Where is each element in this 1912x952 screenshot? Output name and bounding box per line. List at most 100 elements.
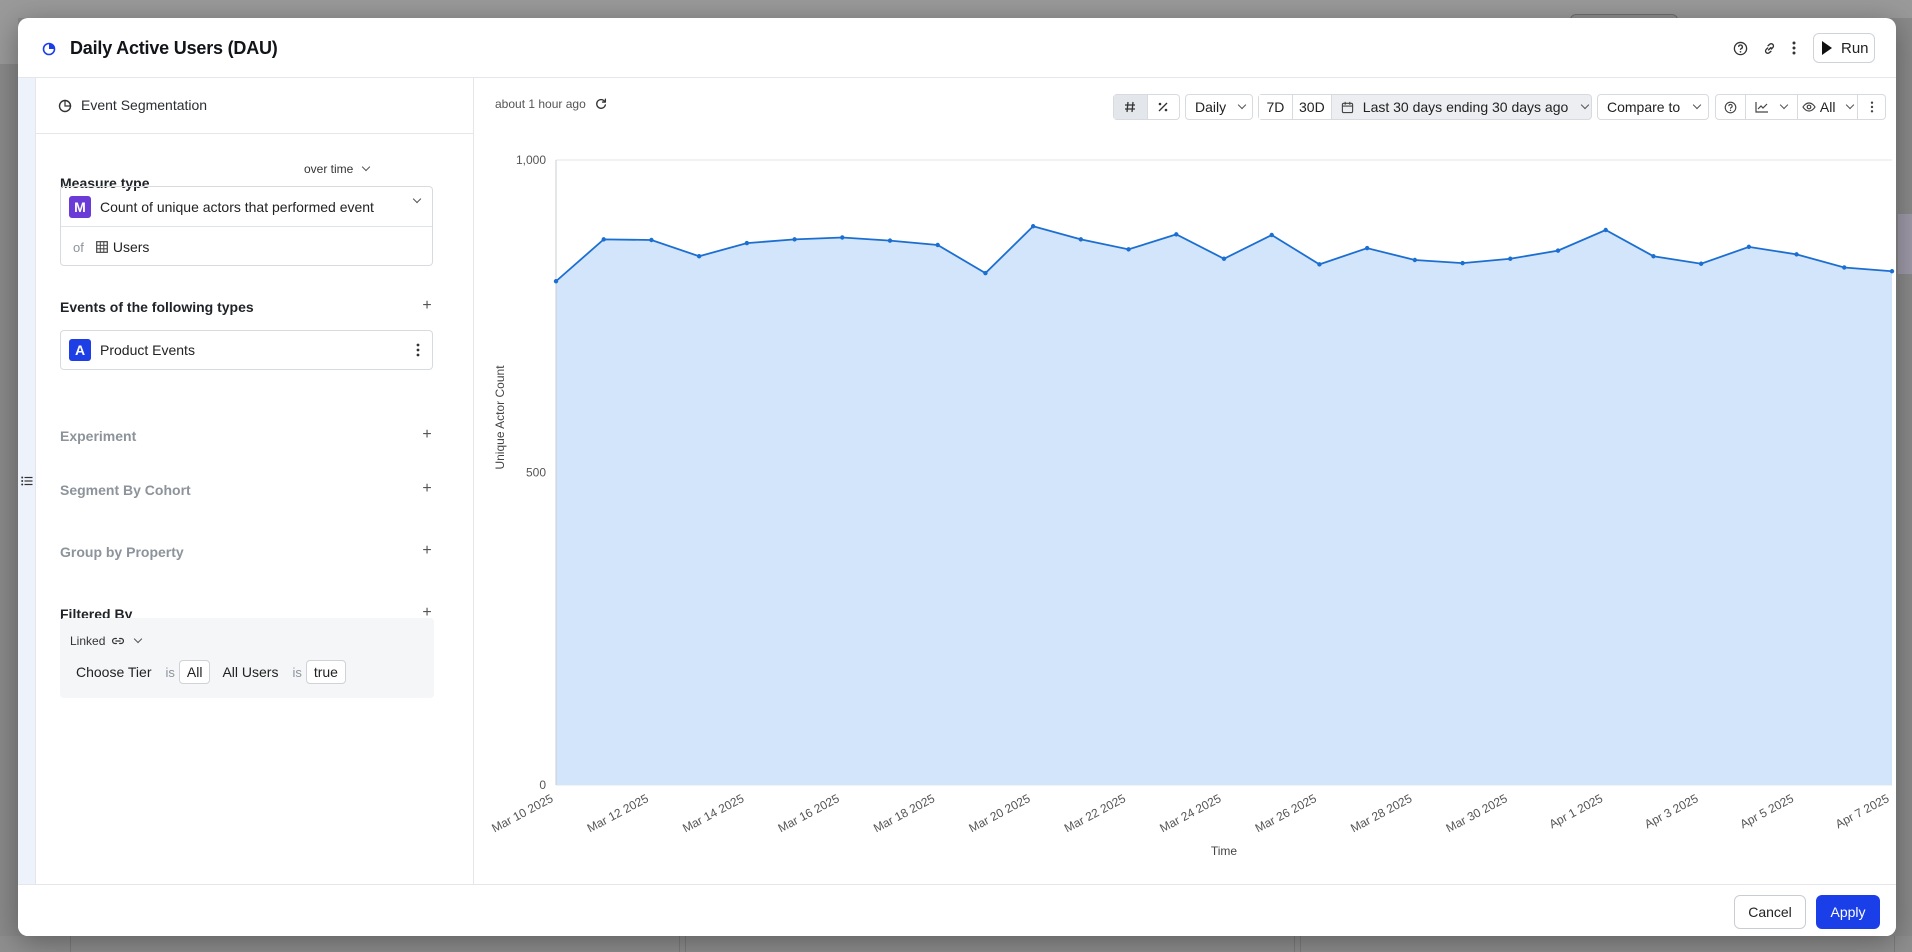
query-editor-modal: Daily Active Users (DAU) Run Event Segme… <box>18 18 1896 936</box>
x-tick-label: Mar 30 2025 <box>1444 791 1510 835</box>
data-point <box>983 270 988 276</box>
experiment-heading: Experiment <box>60 428 137 444</box>
measure-mode-label: over time <box>304 162 354 176</box>
filter-name[interactable]: Choose Tier <box>76 664 151 680</box>
x-tick-label: Apr 1 2025 <box>1547 791 1606 831</box>
chevron-down-icon <box>134 634 143 644</box>
data-point <box>1460 260 1465 266</box>
add-experiment-icon[interactable]: + <box>420 427 434 443</box>
data-point <box>1078 237 1084 242</box>
filter-value[interactable]: true <box>305 660 346 684</box>
chevron-down-icon <box>362 162 371 172</box>
background-card <box>1300 936 1895 952</box>
query-mode-label: Event Segmentation <box>81 97 208 113</box>
chart-pie-icon <box>58 99 72 113</box>
data-point <box>696 254 702 259</box>
data-point <box>1317 262 1322 267</box>
x-tick-label: Apr 3 2025 <box>1642 791 1701 831</box>
linked-label: Linked <box>70 634 106 648</box>
filter-row: Choose Tier is All All Users is true <box>76 660 346 684</box>
modal-footer: Cancel Apply <box>18 884 1896 936</box>
y-axis-title: Unique Actor Count <box>493 365 507 470</box>
chart-pie-icon <box>42 42 56 56</box>
y-tick-label: 500 <box>526 466 546 480</box>
data-point <box>792 237 797 242</box>
data-point <box>1030 224 1036 229</box>
area-fill <box>556 226 1892 785</box>
filter-operator: is <box>292 664 302 680</box>
data-point <box>1508 256 1513 261</box>
data-point <box>1889 269 1895 274</box>
background-right-tab <box>1898 214 1912 274</box>
measure-badge: M <box>69 195 91 218</box>
chevron-down-icon <box>412 194 422 204</box>
link-icon <box>112 637 125 645</box>
event-badge: A <box>69 339 91 361</box>
cohort-heading: Segment By Cohort <box>60 482 191 498</box>
filter-operator: is <box>165 664 175 680</box>
x-tick-label: Mar 20 2025 <box>966 791 1032 835</box>
actor-selector[interactable]: of Users <box>61 227 432 267</box>
group-by-heading: Group by Property <box>60 544 184 560</box>
filter-group: Linked Choose Tier is All All Users is t… <box>60 618 434 698</box>
x-tick-label: Mar 18 2025 <box>871 791 937 835</box>
data-point <box>1174 232 1179 237</box>
data-point <box>840 235 845 240</box>
actor-value: Users <box>112 239 150 255</box>
data-point <box>1555 248 1561 253</box>
data-point <box>1412 257 1418 263</box>
y-tick-label: 1,000 <box>516 153 546 167</box>
dau-area-chart: 0 500 1,000 Mar 10 2025 Mar 12 2025 Mar 14 20… <box>489 153 1895 858</box>
measure-dropdown[interactable]: M Count of unique actors that performed … <box>61 187 432 227</box>
link-icon[interactable] <box>1759 38 1779 58</box>
help-icon[interactable] <box>1730 38 1750 58</box>
data-point <box>1794 252 1799 257</box>
data-point <box>1364 245 1370 251</box>
y-tick-label: 0 <box>539 778 546 792</box>
x-tick-label: Mar 28 2025 <box>1348 791 1414 835</box>
data-point <box>935 242 940 248</box>
add-group-icon[interactable]: + <box>420 543 434 559</box>
apply-button[interactable]: Apply <box>1816 895 1880 929</box>
linked-dropdown[interactable]: Linked <box>70 634 143 648</box>
event-selector[interactable]: A Product Events <box>60 330 433 370</box>
play-icon <box>1822 41 1832 55</box>
data-point <box>1126 247 1131 252</box>
background-card <box>685 936 1295 952</box>
x-tick-label: Apr 5 2025 <box>1738 791 1797 831</box>
add-event-icon[interactable]: + <box>420 298 434 314</box>
data-point <box>1221 256 1227 261</box>
data-point <box>887 238 893 243</box>
measure-selector: M Count of unique actors that performed … <box>60 186 433 266</box>
x-tick-label: Mar 24 2025 <box>1157 791 1223 835</box>
measure-mode-dropdown[interactable]: over time <box>304 162 371 176</box>
background-left-tab <box>0 18 18 64</box>
filter-name[interactable]: All Users <box>222 664 278 680</box>
filter-value[interactable]: All <box>178 660 211 684</box>
query-panel: Event Segmentation Measure type over tim… <box>36 78 474 884</box>
x-axis-title: Time <box>1211 844 1238 858</box>
modal-title: Daily Active Users (DAU) <box>70 38 278 58</box>
data-point <box>1746 244 1752 250</box>
data-point <box>553 279 559 284</box>
x-tick-label: Apr 7 2025 <box>1833 791 1892 831</box>
event-value: Product Events <box>100 342 195 358</box>
modal-header: Daily Active Users (DAU) Run <box>18 18 1896 78</box>
query-mode-header[interactable]: Event Segmentation <box>36 78 473 134</box>
table-icon <box>95 241 108 253</box>
background-card <box>70 936 680 952</box>
x-tick-label: Mar 14 2025 <box>680 791 746 835</box>
cancel-button[interactable]: Cancel <box>1734 895 1806 929</box>
x-tick-label: Mar 22 2025 <box>1062 791 1128 835</box>
add-cohort-icon[interactable]: + <box>420 481 434 497</box>
data-point <box>1698 261 1704 266</box>
more-vertical-icon[interactable] <box>416 343 420 357</box>
run-button[interactable]: Run <box>1813 33 1875 63</box>
events-heading: Events of the following types <box>60 299 254 315</box>
more-vertical-icon[interactable] <box>1784 38 1804 58</box>
data-point <box>1842 265 1847 270</box>
data-point <box>1269 232 1274 238</box>
data-point <box>1603 227 1608 233</box>
x-tick-label: Mar 12 2025 <box>585 791 651 835</box>
list-icon[interactable] <box>21 476 33 486</box>
